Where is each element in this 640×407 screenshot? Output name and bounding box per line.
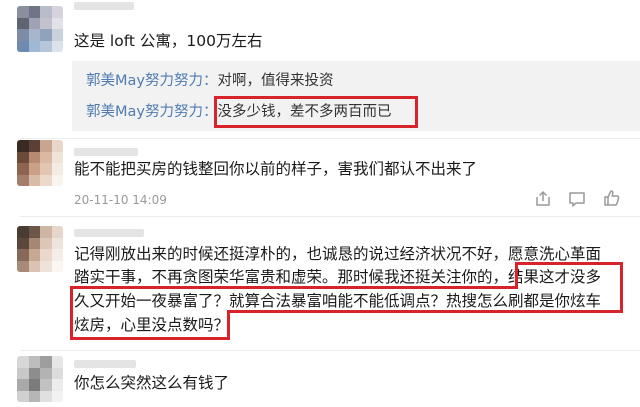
highlight-box bbox=[70, 311, 230, 340]
avatar[interactable] bbox=[17, 356, 63, 402]
comment-text: 能不能把买房的钱整回你以前的样子，害我们都认不出来了 bbox=[74, 160, 478, 178]
highlight-box bbox=[515, 262, 623, 288]
avatar[interactable] bbox=[17, 226, 63, 272]
avatar[interactable] bbox=[17, 6, 63, 52]
share-icon[interactable] bbox=[534, 190, 552, 208]
comment-text: 这是 loft 公寓，100万左右 bbox=[74, 32, 263, 50]
cropped-username-blur bbox=[74, 2, 134, 10]
timestamp: 20-11-10 14:09 bbox=[74, 193, 167, 207]
reply-text: 对啊，值得来投资 bbox=[217, 73, 334, 89]
username-blur bbox=[74, 360, 136, 368]
highlight-box bbox=[70, 286, 623, 313]
like-icon[interactable] bbox=[603, 189, 621, 207]
highlight-edge bbox=[227, 310, 623, 313]
avatar[interactable] bbox=[17, 140, 63, 186]
divider bbox=[20, 350, 640, 351]
divider bbox=[20, 216, 640, 217]
reply-username[interactable]: 郭美May努力努力： bbox=[86, 104, 217, 120]
username-blur bbox=[74, 148, 138, 156]
comment-icon[interactable] bbox=[568, 190, 586, 208]
highlight-edge bbox=[70, 286, 518, 289]
highlight-box bbox=[214, 96, 418, 128]
divider bbox=[20, 138, 640, 139]
username-blur bbox=[74, 229, 144, 237]
reply-username[interactable]: 郭美May努力努力： bbox=[86, 73, 217, 89]
reply-item: 郭美May努力努力：对啊，值得来投资 bbox=[86, 69, 333, 90]
comment-text: 你怎么突然这么有钱了 bbox=[74, 374, 230, 392]
